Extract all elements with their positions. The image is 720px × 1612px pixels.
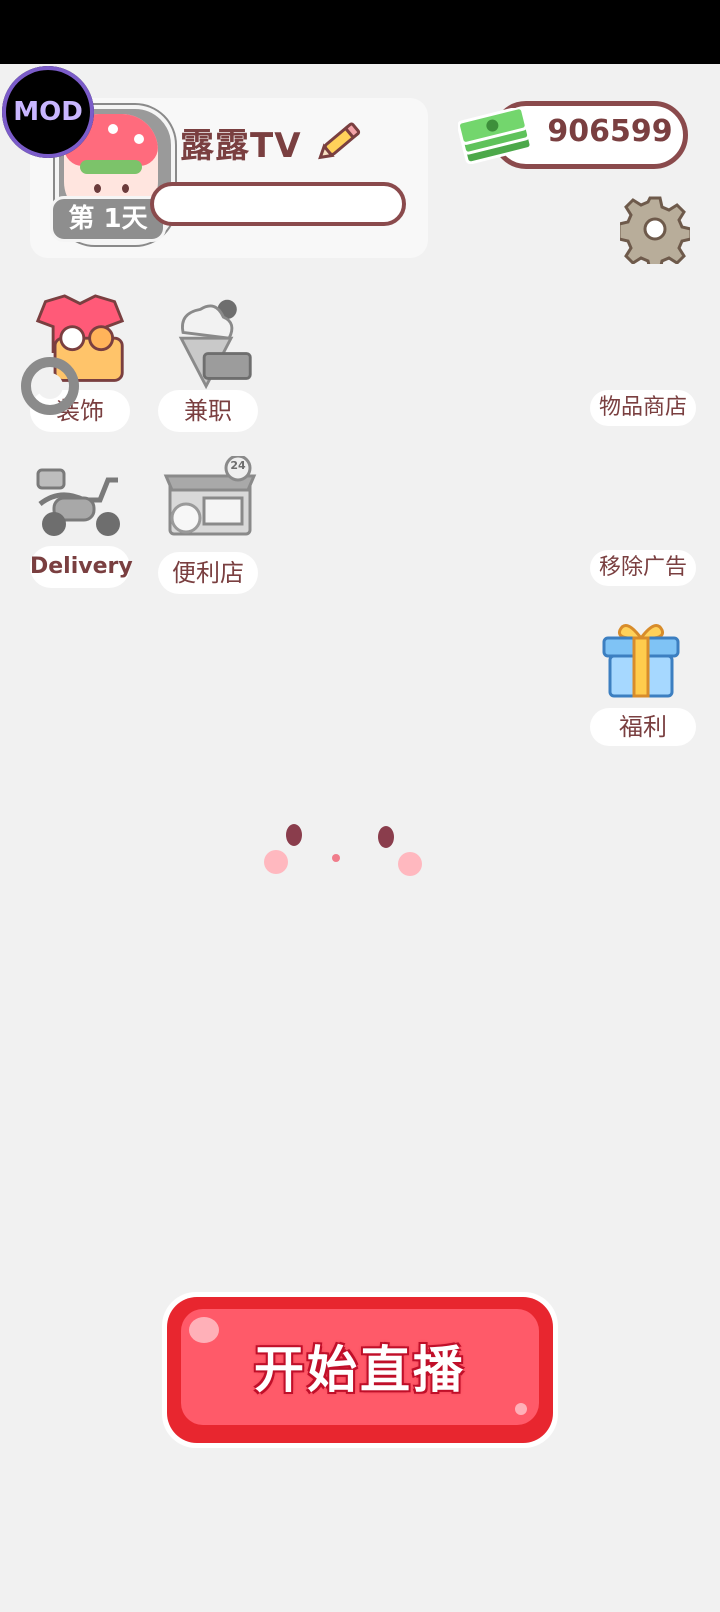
- start-live-button[interactable]: 开始直播: [167, 1297, 553, 1443]
- feature-part-time-label: 兼职: [158, 390, 258, 432]
- character-nose: [332, 854, 340, 862]
- character-face: [260, 818, 430, 878]
- gift-box-icon[interactable]: [598, 616, 684, 702]
- feature-convenience-store[interactable]: 24 便利店: [158, 456, 258, 594]
- day-badge: 第 1天: [50, 196, 166, 242]
- feature-convenience-store-label: 便利店: [158, 552, 258, 594]
- avatar-eye-left: [94, 184, 101, 193]
- character-blush-left: [264, 850, 288, 874]
- currency-amount: 906599: [547, 114, 673, 149]
- avatar-eye-right: [122, 184, 129, 193]
- scooter-icon: [36, 468, 120, 536]
- character-blush-right: [398, 852, 422, 876]
- settings-gear-icon[interactable]: [620, 194, 690, 264]
- status-bar: [0, 0, 720, 64]
- experience-bar: [150, 182, 406, 226]
- feature-part-time[interactable]: 兼职: [158, 294, 258, 432]
- character-eye-left: [286, 824, 302, 846]
- loading-spinner-icon: [21, 357, 79, 415]
- cash-stack-icon: [458, 108, 533, 164]
- store-sign-number: 24: [230, 459, 246, 472]
- character-eye-right: [378, 826, 394, 848]
- item-shop-button[interactable]: 物品商店: [590, 390, 696, 426]
- start-live-label: 开始直播: [254, 1341, 466, 1399]
- username: 露露TV: [180, 126, 302, 166]
- feature-delivery[interactable]: Delivery: [30, 464, 133, 588]
- mod-badge-label: MOD: [13, 97, 83, 127]
- pencil-edit-icon[interactable]: [318, 118, 364, 162]
- mod-badge[interactable]: MOD: [2, 66, 94, 158]
- leaf-icon: [80, 160, 142, 174]
- welfare-button[interactable]: 福利: [590, 708, 696, 746]
- feature-delivery-label: Delivery: [30, 546, 133, 588]
- ice-cream-icon: [178, 299, 252, 390]
- remove-ads-button[interactable]: 移除广告: [590, 550, 696, 586]
